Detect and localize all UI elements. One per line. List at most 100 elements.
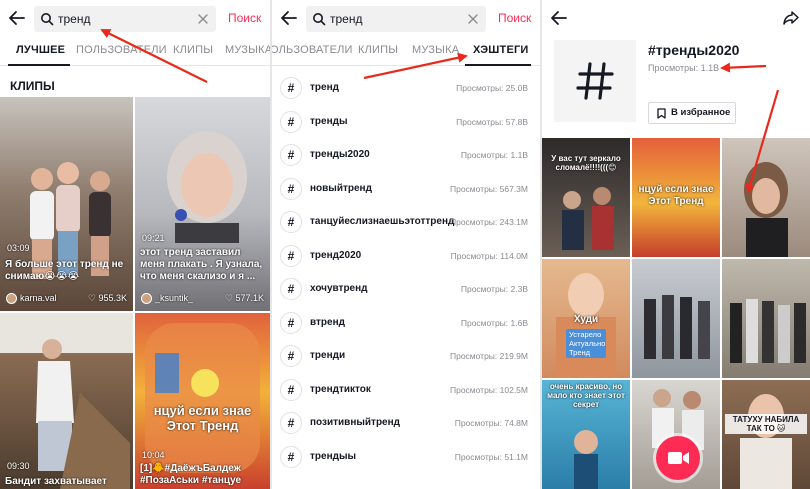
- hashtag-row[interactable]: # хочувтренд Просмотры: 2.3B: [272, 273, 540, 307]
- avatar[interactable]: [6, 293, 17, 305]
- hashtag-name: позитивныйтренд: [310, 417, 401, 428]
- likes-count: 577.1K: [235, 293, 264, 303]
- add-to-favorites-button[interactable]: В избранное: [648, 102, 736, 124]
- back-arrow-icon[interactable]: [550, 9, 568, 27]
- hashtag-row[interactable]: # тренды Просмотры: 57.8B: [272, 106, 540, 140]
- hashtag-icon: #: [280, 311, 302, 334]
- clip-duration: 03:09: [7, 243, 30, 253]
- video-thumbnail-image: [744, 162, 788, 257]
- add-to-favorites-label: В избранное: [671, 107, 731, 118]
- hashtag-views: Просмотры: 219.9M: [449, 351, 528, 361]
- video-tile[interactable]: [632, 259, 720, 378]
- hashtag-icon: [576, 62, 614, 100]
- video-camera-icon: [668, 452, 689, 464]
- hashtag-detail-panel: #тренды2020 Просмотры: 1.1B В избранное …: [542, 0, 810, 489]
- hashtag-name: тренды: [310, 115, 348, 127]
- search-results-best-panel: Поиск ЛУЧШЕЕ ПОЛЬЗОВАТЕЛИ КЛИПЫ МУЗЫКА К…: [0, 0, 270, 489]
- hashtag-views: Просмотры: 114.0M: [450, 250, 528, 261]
- avatar[interactable]: [141, 293, 152, 305]
- active-tab-underline: [8, 64, 70, 66]
- hashtag-icon: #: [280, 278, 302, 300]
- video-tile[interactable]: ТАТУХУ НАБИЛА ТАК ТО 🐱: [722, 380, 810, 489]
- hashtag-row[interactable]: # тренд2020 Просмотры: 114.0M: [272, 240, 540, 274]
- video-caption: очень красиво, но мало кто знает этот се…: [547, 382, 625, 409]
- tab-hashtags[interactable]: ХЭШТЕГИ: [473, 44, 529, 56]
- video-tile[interactable]: [722, 138, 810, 257]
- hashtag-icon: #: [280, 110, 302, 133]
- video-tile[interactable]: нцуй если знае Этот Тренд: [632, 138, 720, 257]
- top-bar: Поиск: [272, 0, 540, 36]
- hashtag-name: тренд2020: [310, 249, 362, 261]
- video-badge: Устарело Актуально Тренд: [566, 329, 606, 358]
- screenshot-root: Поиск ЛУЧШЕЕ ПОЛЬЗОВАТЕЛИ КЛИПЫ МУЗЫКА К…: [0, 0, 810, 489]
- clip-tile[interactable]: нцуй если знае Этот Тренд 10:04 [1]🐥#Даё…: [135, 313, 270, 489]
- tab-users[interactable]: ПОЛЬЗОВАТЕЛИ: [76, 44, 167, 56]
- hashtag-row[interactable]: # позитивныйтренд Просмотры: 74.8M: [272, 407, 540, 441]
- hashtag-row[interactable]: # тренд Просмотры: 25.0B: [272, 72, 540, 106]
- tab-clips[interactable]: КЛИПЫ: [173, 44, 213, 56]
- hashtag-row[interactable]: # тренди Просмотры: 219.9M: [272, 340, 540, 374]
- tab-music[interactable]: МУЗЫКА: [412, 44, 459, 56]
- clip-tile[interactable]: 09:21 этот тренд заставил меня плакать .…: [135, 97, 270, 311]
- hashtag-row[interactable]: # танцуйеслизнаешьэтоттренд Просмотры: 243…: [272, 206, 540, 240]
- clip-meta: _ksuntik_ ♡ 577.1K: [141, 293, 264, 307]
- hashtag-list: # тренд Просмотры: 25.0B # тренды Просмотры: …: [272, 72, 540, 474]
- video-thumbnail-image: [644, 295, 710, 359]
- video-caption: У вас тут зеркало сломалё!!!!(((😊: [551, 154, 621, 172]
- clip-caption: Я больше этот тренд не снимаю😭😭😭: [5, 259, 124, 282]
- search-input[interactable]: [330, 6, 470, 32]
- clip-duration: 09:30: [7, 461, 30, 471]
- search-field[interactable]: [306, 6, 486, 32]
- video-tile[interactable]: У вас тут зеркало сломалё!!!!(((😊: [542, 138, 630, 257]
- tab-music[interactable]: МУЗЫКА: [225, 44, 270, 56]
- hashtag-icon: #: [280, 177, 302, 200]
- hashtag-icon: #: [280, 378, 302, 401]
- clip-overlay-text: нцуй если знае Этот Тренд: [153, 403, 252, 433]
- clear-icon[interactable]: [196, 12, 210, 26]
- video-thumbnail-image: [740, 394, 792, 489]
- search-tabs: ОЛЬЗОВАТЕЛИ КЛИПЫ МУЗЫКА ХЭШТЕГИ: [272, 36, 540, 66]
- search-button[interactable]: Поиск: [498, 11, 531, 25]
- clip-meta: karna.val ♡ 955.3K: [6, 293, 127, 307]
- video-caption: ТАТУХУ НАБИЛА ТАК ТО 🐱: [725, 414, 807, 434]
- hashtag-row[interactable]: # трендыы Просмотры: 51.1M: [272, 441, 540, 475]
- likes-count: 955.3K: [98, 293, 127, 303]
- video-tile[interactable]: очень красиво, но мало кто знает этот се…: [542, 380, 630, 489]
- clip-username[interactable]: _ksuntik_: [155, 293, 193, 303]
- search-input[interactable]: [58, 6, 198, 32]
- hashtag-icon: #: [280, 144, 302, 166]
- hashtag-name: втренд: [310, 316, 345, 328]
- active-tab-underline: [465, 64, 531, 66]
- search-button[interactable]: Поиск: [228, 11, 261, 25]
- hashtag-row[interactable]: # трендтикток Просмотры: 102.5M: [272, 374, 540, 408]
- hashtag-row[interactable]: # новыйтренд Просмотры: 567.3M: [272, 173, 540, 207]
- tab-clips[interactable]: КЛИПЫ: [358, 44, 398, 56]
- video-tile[interactable]: [722, 259, 810, 378]
- hashtag-views: Просмотры: 57.8B: [456, 116, 528, 127]
- hashtag-name: тренд: [310, 82, 339, 93]
- hashtag-views: Просмотры: 2.3B: [460, 284, 528, 294]
- clip-caption: [1]🐥#ДаёжъБалдеж #ПозаАськи #танцуе: [140, 463, 242, 486]
- video-tile[interactable]: Худи Устарело Актуально Тренд: [542, 259, 630, 378]
- hashtag-views: Просмотры: 51.1M: [454, 451, 528, 462]
- back-arrow-icon[interactable]: [8, 9, 26, 27]
- record-video-button[interactable]: [656, 436, 700, 480]
- back-arrow-icon[interactable]: [280, 9, 298, 27]
- hashtag-name: трендтикток: [310, 383, 371, 395]
- tab-users[interactable]: ОЛЬЗОВАТЕЛИ: [272, 44, 353, 56]
- tab-best[interactable]: ЛУЧШЕЕ: [16, 44, 65, 56]
- clip-tile[interactable]: 09:30 Бандит захватывает: [0, 313, 133, 489]
- clip-caption: Бандит захватывает: [5, 476, 107, 487]
- hashtag-row[interactable]: # втренд Просмотры: 1.6B: [272, 307, 540, 341]
- clip-tile[interactable]: 03:09 Я больше этот тренд не снимаю😭😭😭 k…: [0, 97, 133, 311]
- search-tabs: ЛУЧШЕЕ ПОЛЬЗОВАТЕЛИ КЛИПЫ МУЗЫКА: [0, 36, 270, 66]
- clip-username[interactable]: karna.val: [20, 293, 57, 303]
- share-icon[interactable]: [782, 10, 800, 26]
- hashtag-title: #тренды2020: [648, 42, 740, 58]
- hashtag-name: танцуйеслизнаешьэтоттренд: [310, 216, 455, 227]
- search-field[interactable]: [34, 6, 216, 32]
- hashtag-icon: #: [280, 412, 302, 434]
- clear-icon[interactable]: [466, 12, 480, 26]
- top-bar: Поиск: [0, 0, 270, 36]
- hashtag-row[interactable]: # тренды2020 Просмотры: 1.1B: [272, 139, 540, 173]
